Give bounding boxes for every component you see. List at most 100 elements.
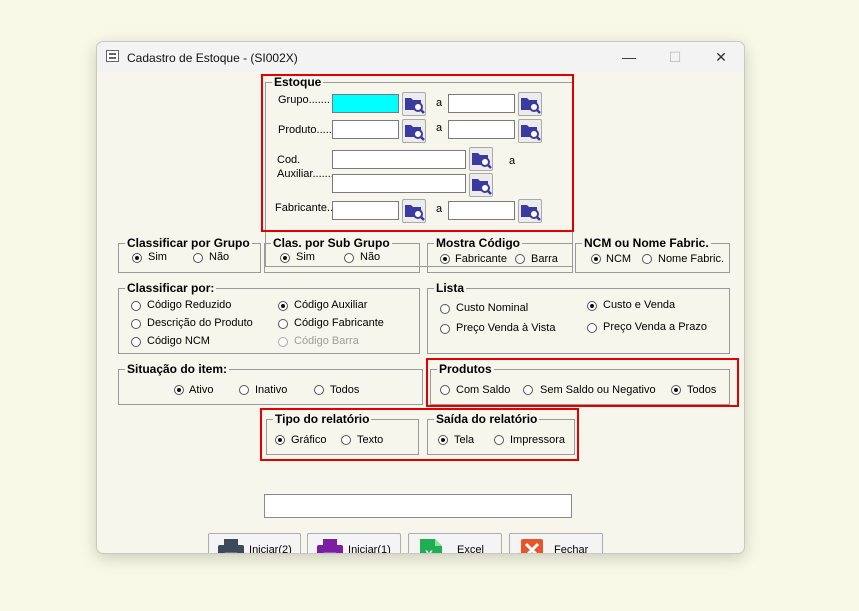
nome-fabric-radio[interactable] (642, 254, 652, 264)
estoque-legend: Estoque (274, 75, 322, 89)
cod-auxiliar-input-2[interactable] (332, 174, 466, 193)
fabricante-from-input[interactable] (332, 201, 399, 220)
grafico-label: Gráfico (291, 434, 327, 446)
sem-saldo-label: Sem Saldo ou Negativo (540, 384, 656, 396)
classificar-por-legend: Classificar por: (127, 281, 215, 295)
inativo-radio[interactable] (239, 385, 249, 395)
descricao-produto-radio[interactable] (131, 319, 141, 329)
situacao-todos-radio[interactable] (314, 385, 324, 395)
grupo-from-search-button[interactable] (402, 92, 426, 116)
iniciar2-label: Iniciar(2) (249, 544, 292, 554)
window-title: Cadastro de Estoque - (SI002X) (127, 51, 298, 65)
classificar-grupo-nao-radio[interactable] (193, 253, 203, 263)
texto-label: Texto (357, 434, 384, 446)
title-bar: Cadastro de Estoque - (SI002X) — ☐ ✕ (97, 42, 744, 72)
ativo-radio[interactable] (174, 385, 184, 395)
preco-prazo-radio[interactable] (587, 323, 597, 333)
com-saldo-radio[interactable] (440, 385, 450, 395)
mostra-codigo-barra-radio[interactable] (515, 254, 525, 264)
mostra-codigo-fabricante-radio[interactable] (440, 254, 450, 264)
status-field (264, 494, 572, 518)
lista-legend: Lista (436, 281, 465, 295)
lista-group: Lista (427, 282, 730, 354)
custo-nominal-radio[interactable] (440, 304, 450, 314)
grupo-to-input[interactable] (448, 94, 515, 113)
clas-sub-grupo-sim-radio[interactable] (280, 253, 290, 263)
codigo-ncm-radio[interactable] (131, 337, 141, 347)
texto-radio[interactable] (341, 435, 351, 445)
folder-search-icon (405, 125, 425, 141)
custo-venda-radio[interactable] (587, 301, 597, 311)
folder-search-icon (521, 98, 541, 114)
situacao-todos-label: Todos (330, 384, 360, 396)
ncm-nome-legend: NCM ou Nome Fabric. (584, 236, 709, 250)
tela-radio[interactable] (438, 435, 448, 445)
codigo-auxiliar-radio[interactable] (278, 301, 288, 311)
grupo-a-label: a (436, 97, 443, 109)
mostra-codigo-legend: Mostra Código (436, 236, 520, 250)
nome-fabric-label: Nome Fabric. (658, 253, 725, 265)
iniciar1-label: Iniciar(1) (348, 544, 391, 554)
produto-from-input[interactable] (332, 120, 399, 139)
sem-saldo-radio[interactable] (523, 385, 533, 395)
fabricante-to-search-button[interactable] (518, 199, 542, 223)
fabricante-to-input[interactable] (448, 201, 515, 220)
saida-relatorio-legend: Saída do relatório (436, 412, 538, 426)
excel-icon: X (420, 539, 442, 554)
com-saldo-label: Com Saldo (456, 384, 511, 396)
ativo-label: Ativo (189, 384, 214, 396)
excel-label: Excel (457, 544, 484, 554)
folder-search-icon (472, 153, 492, 169)
close-button[interactable]: ✕ (698, 42, 744, 72)
fabricante-label: Fabricante.. (275, 202, 334, 214)
descricao-produto-label: Descrição do Produto (147, 317, 253, 329)
main-window: Cadastro de Estoque - (SI002X) — ☐ ✕ Est… (96, 41, 745, 554)
produto-to-search-button[interactable] (518, 119, 542, 143)
mostra-codigo-fabricante-label: Fabricante (455, 253, 507, 265)
printer-icon (317, 539, 343, 553)
preco-vista-label: Preço Venda à Vista (456, 322, 556, 334)
fechar-label: Fechar (554, 544, 589, 554)
grupo-from-input[interactable] (332, 94, 399, 113)
svg-text:X: X (425, 548, 433, 554)
cod-auxiliar-search-button-2[interactable] (469, 173, 493, 197)
clas-sub-grupo-nao-label: Não (360, 251, 381, 263)
produto-to-input[interactable] (448, 120, 515, 139)
codigo-barra-radio (278, 337, 288, 347)
clas-sub-grupo-sim-label: Sim (296, 251, 315, 263)
folder-search-icon (405, 205, 425, 221)
codigo-fabricante-radio[interactable] (278, 319, 288, 329)
iniciar1-button[interactable]: Iniciar(1) (307, 533, 401, 554)
fabricante-from-search-button[interactable] (402, 199, 426, 223)
custo-nominal-label: Custo Nominal (456, 302, 529, 314)
classificar-grupo-sim-label: Sim (148, 251, 167, 263)
produto-from-search-button[interactable] (402, 119, 426, 143)
impressora-radio[interactable] (494, 435, 504, 445)
preco-vista-radio[interactable] (440, 324, 450, 334)
produtos-legend: Produtos (439, 362, 492, 376)
preco-prazo-label: Preço Venda a Prazo (603, 321, 707, 333)
codigo-ncm-label: Código NCM (147, 335, 210, 347)
inativo-label: Inativo (255, 384, 288, 396)
produto-label: Produto...... (278, 124, 335, 136)
codigo-reduzido-label: Código Reduzido (147, 299, 232, 311)
cod-auxiliar-search-button-1[interactable] (469, 147, 493, 171)
excel-button[interactable]: X Excel (408, 533, 502, 554)
impressora-label: Impressora (510, 434, 566, 446)
fechar-button[interactable]: Fechar (509, 533, 603, 554)
mostra-codigo-barra-label: Barra (531, 253, 558, 265)
minimize-button[interactable]: — (606, 42, 652, 72)
grafico-radio[interactable] (275, 435, 285, 445)
codigo-auxiliar-label: Código Auxiliar (294, 299, 368, 311)
iniciar2-button[interactable]: Iniciar(2) (208, 533, 301, 554)
cod-auxiliar-input-1[interactable] (332, 150, 466, 169)
ncm-radio[interactable] (591, 254, 601, 264)
codigo-reduzido-radio[interactable] (131, 301, 141, 311)
classificar-grupo-sim-radio[interactable] (132, 253, 142, 263)
clas-sub-grupo-legend: Clas. por Sub Grupo (273, 236, 390, 250)
produtos-todos-radio[interactable] (671, 385, 681, 395)
codigo-barra-label: Código Barra (294, 335, 359, 347)
clas-sub-grupo-nao-radio[interactable] (344, 253, 354, 263)
grupo-to-search-button[interactable] (518, 92, 542, 116)
classificar-grupo-legend: Classificar por Grupo (127, 236, 250, 250)
